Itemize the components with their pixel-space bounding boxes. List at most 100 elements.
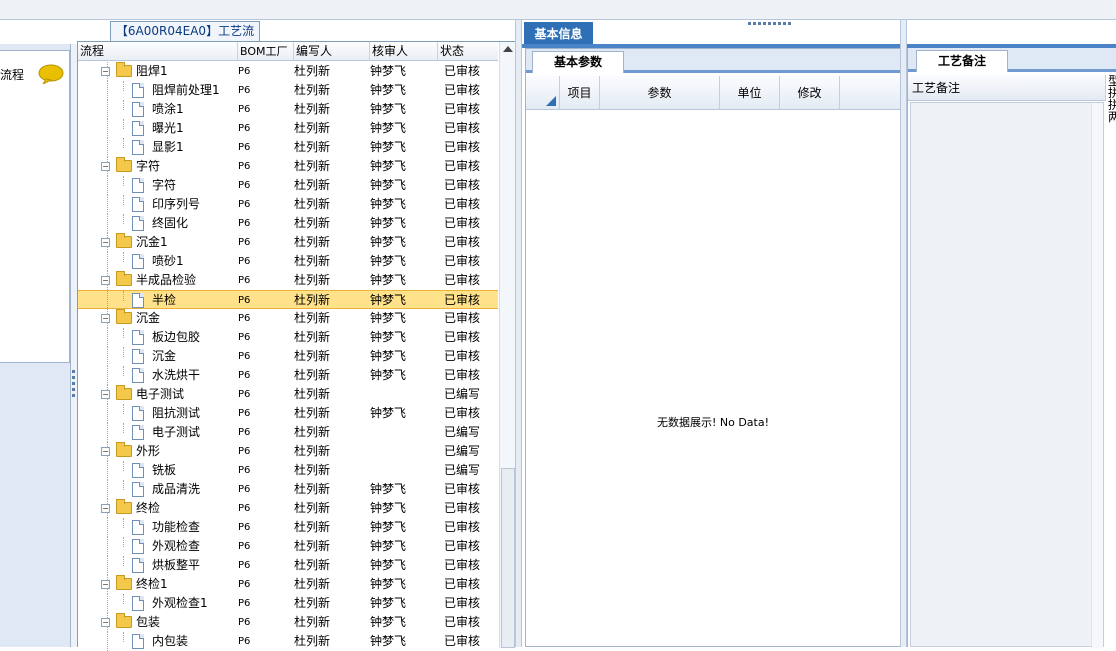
document-icon [132,216,144,231]
collapse-toggle-icon[interactable]: − [101,504,110,513]
table-row[interactable]: − 阻焊1 P6 杜列新 钟梦飞 已审核 [78,62,498,81]
table-row[interactable]: − 半成品检验 P6 杜列新 钟梦飞 已审核 [78,271,498,290]
tree-line [123,537,124,547]
tree-line [123,366,124,376]
table-row[interactable]: − 沉金1 P6 杜列新 钟梦飞 已审核 [78,233,498,252]
header-checker[interactable]: 核审人 [370,42,438,61]
table-row[interactable]: 烘板整平 P6 杜列新 钟梦飞 已审核 [78,556,498,575]
table-row[interactable]: 水洗烘干 P6 杜列新 钟梦飞 已审核 [78,366,498,385]
table-row[interactable]: 沉金 P6 杜列新 钟梦飞 已审核 [78,347,498,366]
table-row[interactable]: 显影1 P6 杜列新 钟梦飞 已审核 [78,138,498,157]
header-unit[interactable]: 单位 [720,76,780,110]
grid-vertical-scrollbar[interactable] [499,42,515,648]
header-bom[interactable]: BOM工厂 [238,42,294,61]
collapse-toggle-icon[interactable]: − [101,447,110,456]
row-bom: P6 [238,237,251,248]
row-bom: P6 [238,427,251,438]
table-row[interactable]: 终固化 P6 杜列新 钟梦飞 已审核 [78,214,498,233]
tab-basic-params[interactable]: 基本参数 [532,51,624,73]
table-row[interactable]: 成品清洗 P6 杜列新 钟梦飞 已审核 [78,480,498,499]
header-modify[interactable]: 修改 [780,76,840,110]
row-checker: 钟梦飞 [370,121,407,135]
document-icon [132,140,144,155]
scroll-up-arrow-icon[interactable] [503,46,513,52]
top-collapse-grip[interactable] [748,14,816,25]
table-row[interactable]: 内包装 P6 杜列新 钟梦飞 已审核 [78,632,498,651]
tree-line [107,518,108,537]
table-row[interactable]: − 终检1 P6 杜列新 钟梦飞 已审核 [78,575,498,594]
header-item[interactable]: 项目 [560,76,600,110]
table-row[interactable]: 印序列号 P6 杜列新 钟梦飞 已审核 [78,195,498,214]
notes-header: 工艺备注 [908,75,1106,101]
table-row[interactable]: 阻抗测试 P6 杜列新 钟梦飞 已审核 [78,404,498,423]
chat-bubble-icon[interactable] [38,64,64,84]
row-status: 已编写 [444,463,481,477]
collapse-toggle-icon[interactable]: − [101,162,110,171]
header-flow[interactable]: 流程 [78,42,238,61]
top-toolbar [0,0,1116,25]
row-flow-name: 沉金1 [136,235,168,249]
table-row[interactable]: 喷砂1 P6 杜列新 钟梦飞 已审核 [78,252,498,271]
row-writer: 杜列新 [294,178,331,192]
table-row[interactable]: − 终检 P6 杜列新 钟梦飞 已审核 [78,499,498,518]
notes-tab-bar: 工艺备注 [908,48,1116,72]
header-status[interactable]: 状态 [438,42,498,61]
row-writer: 杜列新 [294,368,331,382]
folder-icon [116,233,132,248]
table-row[interactable]: 字符 P6 杜列新 钟梦飞 已审核 [78,176,498,195]
table-row[interactable]: − 包装 P6 杜列新 钟梦飞 已审核 [78,613,498,632]
document-icon [132,463,144,478]
notes-textarea[interactable] [910,102,1104,648]
header-writer[interactable]: 编写人 [294,42,370,61]
select-all-corner[interactable] [526,76,560,110]
notes-scrollbar[interactable] [1091,103,1103,648]
process-tab[interactable]: 【6A00R04EA0】工艺流程 [110,21,260,57]
row-bom: P6 [238,617,251,628]
tab-process-notes[interactable]: 工艺备注 [916,50,1008,72]
right-splitter[interactable] [900,20,907,647]
table-row[interactable]: 曝光1 P6 杜列新 钟梦飞 已审核 [78,119,498,138]
collapse-toggle-icon[interactable]: − [101,238,110,247]
collapse-toggle-icon[interactable]: − [101,276,110,285]
scroll-thumb[interactable] [501,468,515,648]
row-status: 已审核 [444,539,481,553]
header-param[interactable]: 参数 [600,76,720,110]
row-flow-name: 烘板整平 [152,558,201,572]
table-row[interactable]: − 外形 P6 杜列新 已编写 [78,442,498,461]
row-flow-name: 包装 [136,615,161,629]
middle-splitter[interactable] [515,20,522,647]
row-status: 已审核 [444,293,481,307]
table-row[interactable]: 外观检查1 P6 杜列新 钟梦飞 已审核 [78,594,498,613]
table-row[interactable]: 外观检查 P6 杜列新 钟梦飞 已审核 [78,537,498,556]
tab-basic-info[interactable]: 基本信息 [524,22,593,46]
table-row[interactable]: 功能检查 P6 杜列新 钟梦飞 已审核 [78,518,498,537]
table-row[interactable]: − 电子测试 P6 杜列新 已编写 [78,385,498,404]
collapse-toggle-icon[interactable]: − [101,580,110,589]
collapse-toggle-icon[interactable]: − [101,314,110,323]
tree-line [107,195,108,214]
collapse-toggle-icon[interactable]: − [101,390,110,399]
row-checker [370,442,446,461]
table-row[interactable]: 电子测试 P6 杜列新 已编写 [78,423,498,442]
row-checker: 钟梦飞 [370,178,407,192]
table-row[interactable]: − 字符 P6 杜列新 钟梦飞 已审核 [78,157,498,176]
document-icon [132,406,144,421]
tree-line [107,100,108,119]
table-row[interactable]: − 沉金 P6 杜列新 钟梦飞 已审核 [78,309,498,328]
tree-line [107,328,108,347]
row-status: 已编写 [444,425,481,439]
left-panel: 流程 [0,44,71,647]
table-row[interactable]: 喷涂1 P6 杜列新 钟梦飞 已审核 [78,100,498,119]
table-row[interactable]: 铣板 P6 杜列新 已编写 [78,461,498,480]
row-status: 已审核 [444,216,481,230]
row-bom: P6 [238,275,251,286]
table-row[interactable]: 板边包胶 P6 杜列新 钟梦飞 已审核 [78,328,498,347]
collapse-toggle-icon[interactable]: − [101,618,110,627]
row-status: 已审核 [444,83,481,97]
table-row[interactable]: 阻焊前处理1 P6 杜列新 钟梦飞 已审核 [78,81,498,100]
row-flow-name: 电子测试 [152,425,201,439]
row-writer: 杜列新 [294,102,331,116]
tree-line [107,214,108,233]
collapse-toggle-icon[interactable]: − [101,67,110,76]
table-row[interactable]: 半检 P6 杜列新 钟梦飞 已审核 [78,290,498,310]
